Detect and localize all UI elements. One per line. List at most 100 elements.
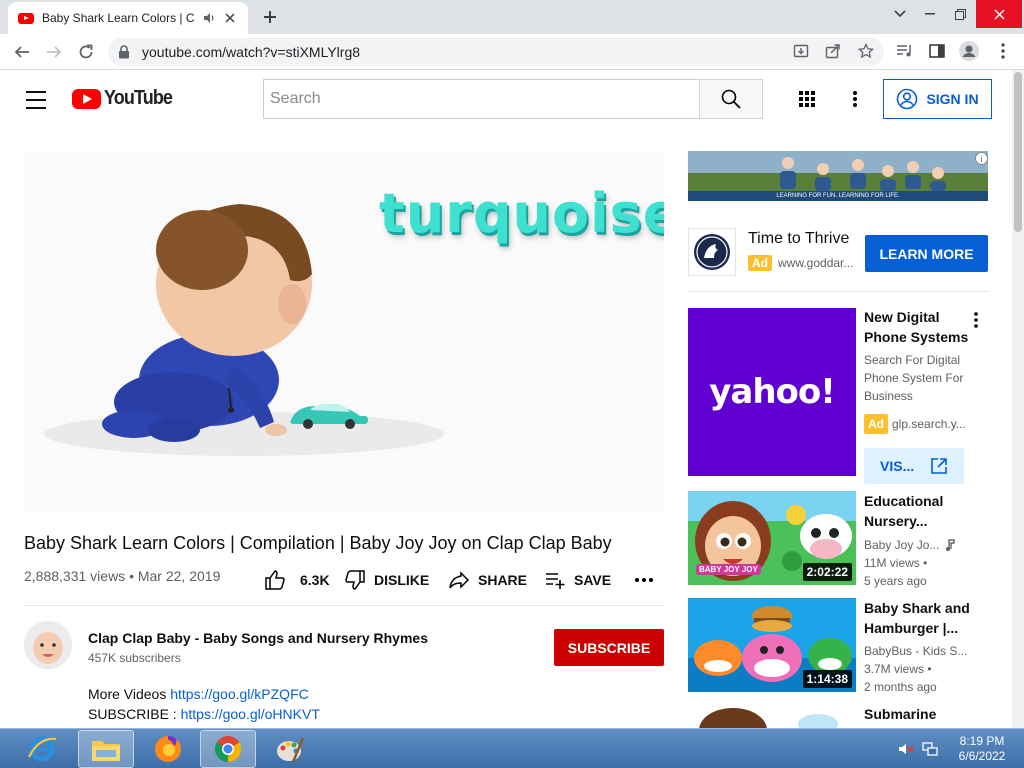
scrollbar-thumb[interactable] (1014, 72, 1022, 232)
like-count: 6.3K (300, 572, 330, 588)
subscribe-button[interactable]: SUBSCRIBE (554, 629, 664, 666)
youtube-header: YouTube SIGN IN (0, 70, 1012, 128)
description-line-2: SUBSCRIBE : https://goo.gl/oHNKVT (88, 706, 320, 722)
sign-in-button[interactable]: SIGN IN (883, 79, 992, 119)
profile-avatar-icon[interactable] (958, 40, 980, 62)
channel-name[interactable]: Clap Clap Baby - Baby Songs and Nursery … (88, 630, 428, 646)
audio-playing-icon[interactable] (202, 11, 216, 25)
search-icon (721, 89, 741, 109)
search-box[interactable] (263, 79, 700, 119)
related-video-title-1[interactable]: Educational Nursery... (864, 491, 974, 531)
video-title: Baby Shark Learn Colors | Compilation | … (24, 533, 612, 553)
youtube-apps-grid-icon[interactable] (795, 87, 819, 111)
banner-ad-image[interactable]: LEARNING FOR FUN. LEARNING FOR LIFE. (688, 151, 988, 201)
lock-icon[interactable] (118, 45, 132, 59)
yahoo-ad-badge: Ad (864, 414, 888, 434)
related-video-channel-2[interactable]: BabyBus - Kids S... (864, 642, 974, 660)
youtube-logo-text: YouTube (104, 87, 173, 109)
forward-arrow-icon[interactable] (42, 40, 66, 64)
paint-icon[interactable] (262, 730, 318, 768)
related-video-title-2[interactable]: Baby Shark and Hamburger |... (864, 598, 974, 638)
yahoo-ad-description: Search For Digital Phone System For Busi… (864, 353, 964, 403)
address-bar[interactable]: youtube.com/watch?v=stiXMLYlrg8 (108, 38, 884, 66)
thumbs-up-icon (265, 570, 285, 590)
search-input[interactable] (270, 90, 700, 108)
media-control-icon[interactable] (894, 40, 916, 62)
related-video-age-2: 2 months ago (864, 680, 937, 694)
related-video-views-1: 11M views • (864, 556, 928, 570)
browser-tab[interactable]: Baby Shark Learn Colors | Compilation | … (8, 2, 248, 34)
related-video-thumbnail-1[interactable]: BABY JOY JOY 2:02:22 (688, 491, 856, 585)
related-video-thumbnail-3[interactable] (688, 704, 856, 728)
browser-menu-icon[interactable] (992, 40, 1014, 62)
youtube-play-logo-icon (72, 88, 101, 109)
yahoo-ad-domain-row: Ad glp.search.y... (864, 414, 974, 434)
dislike-button[interactable]: DISLIKE (344, 568, 429, 592)
share-arrow-icon (449, 571, 470, 589)
share-page-icon[interactable] (822, 40, 844, 62)
settings-more-icon[interactable] (843, 87, 867, 111)
sidebar-divider (688, 291, 988, 292)
more-actions-icon[interactable] (634, 568, 654, 592)
sponsor-url: www.goddar... (778, 256, 854, 270)
related-video-thumbnail-2[interactable]: 1:14:38 (688, 598, 856, 692)
sponsor-logo[interactable] (688, 228, 736, 276)
internet-explorer-icon[interactable] (14, 730, 70, 768)
yahoo-ad-title[interactable]: New Digital Phone Systems (864, 307, 974, 347)
video-player[interactable]: turquoise (24, 152, 664, 512)
subscriber-count: 457K subscribers (88, 651, 181, 665)
hamburger-menu-icon[interactable] (24, 88, 48, 112)
network-icon[interactable] (922, 741, 938, 757)
yahoo-ad-thumbnail[interactable]: yahoo! (688, 308, 856, 476)
firefox-icon[interactable] (140, 730, 196, 768)
like-button[interactable]: 6.3K (264, 568, 330, 592)
side-panel-icon[interactable] (926, 40, 948, 62)
music-note-icon (946, 539, 956, 551)
minimize-window-button[interactable] (916, 0, 944, 28)
external-link-icon (931, 458, 947, 474)
yahoo-ad-domain: glp.search.y... (892, 417, 966, 431)
description-link-2[interactable]: https://goo.gl/oHNKVT (181, 706, 320, 722)
description-label-1: More Videos (88, 686, 171, 702)
sponsor-title[interactable]: Time to Thrive (748, 230, 849, 248)
page-scrollbar[interactable] (1012, 70, 1024, 728)
youtube-logo[interactable]: YouTube (72, 87, 180, 110)
description-link-1[interactable]: https://goo.gl/kPZQFC (170, 686, 309, 702)
file-explorer-icon[interactable] (78, 730, 134, 768)
account-circle-icon (897, 88, 918, 110)
share-label: SHARE (478, 572, 528, 588)
related-video-views-2: 3.7M views • (864, 662, 932, 676)
close-tab-icon[interactable] (222, 10, 238, 26)
yahoo-logo-text: yahoo! (709, 372, 836, 412)
back-arrow-icon[interactable] (10, 40, 34, 64)
tab-search-chevron-icon[interactable] (884, 0, 916, 28)
related-video-channel-1[interactable]: Baby Joy Jo... (864, 536, 939, 554)
close-window-button[interactable] (976, 0, 1022, 28)
new-tab-button[interactable] (258, 7, 282, 27)
related-video-title-3[interactable]: Submarine (864, 704, 974, 724)
chrome-icon[interactable] (200, 730, 256, 768)
url-text: youtube.com/watch?v=stiXMLYlrg8 (142, 44, 361, 60)
reload-icon[interactable] (74, 40, 98, 64)
save-button[interactable]: SAVE (544, 568, 611, 592)
volume-muted-icon[interactable] (898, 741, 914, 757)
channel-avatar[interactable] (24, 621, 72, 669)
dislike-label: DISLIKE (374, 572, 430, 588)
visit-site-label: VIS... (880, 458, 915, 474)
learn-more-button[interactable]: LEARN MORE (865, 235, 988, 272)
bookmark-star-icon[interactable] (855, 40, 877, 62)
thumbs-down-icon (345, 570, 365, 590)
clock-date: 6/6/2022 (958, 749, 1006, 763)
playlist-add-icon (546, 573, 565, 589)
ad-info-icon[interactable]: i (975, 152, 988, 165)
youtube-favicon-icon (18, 12, 34, 24)
section-divider (24, 605, 664, 606)
search-button[interactable] (699, 79, 763, 119)
share-button[interactable]: SHARE (448, 568, 527, 592)
ad-badge: Ad (748, 255, 772, 271)
install-app-icon[interactable] (790, 40, 812, 62)
restore-window-button[interactable] (944, 0, 976, 28)
ad-more-options-icon[interactable] (966, 310, 986, 330)
system-clock[interactable]: 8:19 PM 6/6/2022 (952, 734, 1012, 764)
visit-site-button[interactable]: VIS... (864, 448, 964, 484)
